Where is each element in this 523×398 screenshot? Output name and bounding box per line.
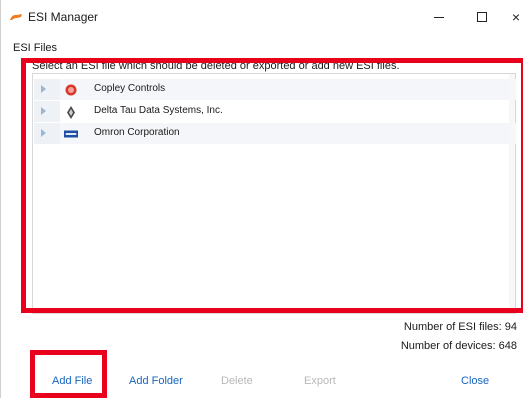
minimize-icon xyxy=(434,16,444,18)
expand-arrow-icon[interactable] xyxy=(41,107,46,115)
vertical-scrollbar[interactable] xyxy=(509,74,515,313)
tree-item-label: Copley Controls xyxy=(94,83,166,94)
export-button[interactable]: Export xyxy=(304,375,336,387)
omron-logo-icon xyxy=(64,127,78,141)
title-bar[interactable]: ESI Manager × xyxy=(1,0,523,34)
row-gutter xyxy=(34,79,60,100)
instruction-text: Select an ESI file which should be delet… xyxy=(32,60,400,72)
maximize-button[interactable] xyxy=(462,0,502,34)
expand-arrow-icon[interactable] xyxy=(41,85,46,93)
delta-tau-logo-icon xyxy=(64,105,78,119)
tree-item-copley[interactable]: Copley Controls xyxy=(34,79,516,100)
row-gutter xyxy=(34,101,60,122)
close-icon: × xyxy=(511,9,521,25)
tree-item-label: Omron Corporation xyxy=(94,127,180,138)
close-button[interactable]: Close xyxy=(461,375,489,387)
tree-item-label: Delta Tau Data Systems, Inc. xyxy=(94,105,223,116)
maximize-icon xyxy=(477,12,487,22)
orange-arm-icon xyxy=(10,14,22,20)
expand-arrow-icon[interactable] xyxy=(41,129,46,137)
copley-logo-icon xyxy=(64,83,78,97)
highlight-box-add-file xyxy=(30,350,107,398)
esi-file-tree[interactable]: Copley Controls Delta Tau Data Systems, … xyxy=(32,73,516,314)
section-label: ESI Files xyxy=(13,42,58,54)
device-count: Number of devices: 648 xyxy=(400,340,517,352)
tree-item-omron[interactable]: Omron Corporation xyxy=(34,123,516,144)
row-gutter xyxy=(34,123,60,144)
minimize-button[interactable] xyxy=(419,0,459,34)
add-file-button[interactable]: Add File xyxy=(52,375,92,387)
esi-manager-window: ESI Manager × ESI Files Select an ESI fi… xyxy=(0,0,523,398)
add-folder-button[interactable]: Add Folder xyxy=(129,375,183,387)
window-close-button[interactable]: × xyxy=(501,0,523,34)
delete-button[interactable]: Delete xyxy=(221,375,253,387)
window-title: ESI Manager xyxy=(28,10,99,24)
tree-item-delta-tau[interactable]: Delta Tau Data Systems, Inc. xyxy=(34,101,516,122)
esi-file-count: Number of ESI files: 94 xyxy=(403,321,517,333)
